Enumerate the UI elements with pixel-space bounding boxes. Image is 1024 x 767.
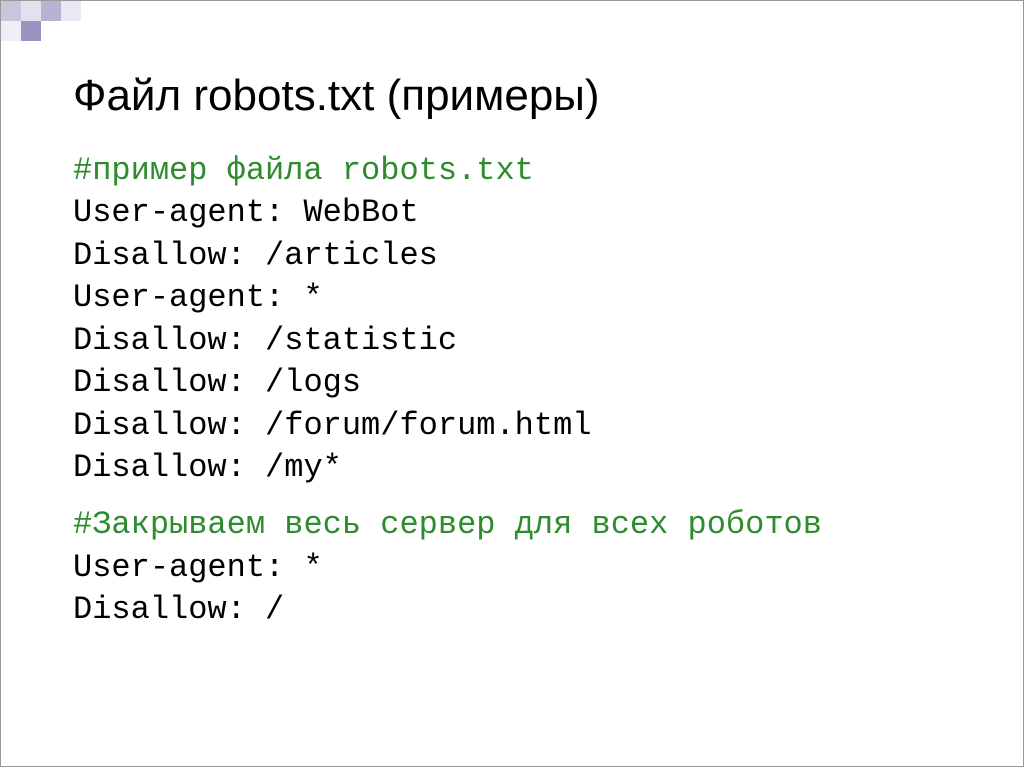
code-comment-2: #Закрываем весь сервер для всех роботов [73, 506, 822, 543]
code-example-1: #пример файла robots.txt User-agent: Web… [73, 150, 951, 490]
code-comment-1: #пример файла robots.txt [73, 152, 534, 189]
code-line: Disallow: /my* [73, 449, 342, 486]
slide-content: Файл robots.txt (примеры) #пример файла … [73, 71, 951, 632]
code-line: User-agent: * [73, 549, 323, 586]
slide-title: Файл robots.txt (примеры) [73, 71, 951, 122]
code-line: Disallow: /articles [73, 237, 438, 274]
code-line: User-agent: * [73, 279, 323, 316]
code-line: Disallow: / [73, 591, 284, 628]
slide-frame: Файл robots.txt (примеры) #пример файла … [0, 0, 1024, 767]
code-example-2: #Закрываем весь сервер для всех роботов … [73, 504, 951, 632]
code-line: Disallow: /logs [73, 364, 361, 401]
code-line: Disallow: /forum/forum.html [73, 407, 591, 444]
corner-decoration [1, 1, 161, 41]
code-line: Disallow: /statistic [73, 322, 457, 359]
code-line: User-agent: WebBot [73, 194, 419, 231]
